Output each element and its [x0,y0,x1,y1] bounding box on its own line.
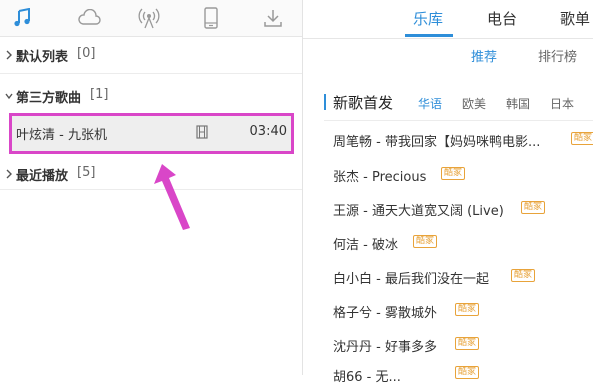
subtab-recommend[interactable]: 推荐 [471,46,497,65]
tab-radio[interactable]: 电台 [487,8,517,29]
group-count: [1] [90,87,109,102]
song-duration: 03:40 [249,124,287,139]
section-marker [324,94,326,110]
badge: 酷家 [521,201,546,214]
tab-library[interactable]: 乐库 [413,8,443,29]
tab-playlists[interactable]: 歌单 [560,8,590,29]
lang-tab-japanese[interactable]: 日本 [550,95,574,112]
group-third-party-songs[interactable]: 第三方歌曲 [1] [0,79,302,113]
badge: 酷家 [455,366,480,379]
cloud-icon[interactable] [76,6,102,30]
badge: 酷家 [455,303,480,316]
group-title: 第三方歌曲 [16,91,82,106]
badge: 酷家 [413,235,438,248]
music-note-icon[interactable] [10,6,34,30]
badge: 酷家 [571,132,593,145]
track-item[interactable]: 何洁 - 破冰 [333,234,398,253]
divider [0,73,302,74]
nav-icon-bar [0,0,302,37]
badge: 酷家 [455,337,480,350]
badge: 酷家 [511,269,536,282]
lang-tab-western[interactable]: 欧美 [462,95,486,112]
active-tab-indicator [405,34,453,37]
chevron-right-icon [6,169,12,179]
track-item[interactable]: 王源 - 通天大道宽又阔 (Live) [333,200,504,219]
lang-tab-korean[interactable]: 韩国 [506,95,530,112]
chevron-right-icon [6,50,12,60]
subtab-charts[interactable]: 排行榜 [538,46,577,65]
track-item[interactable]: 张杰 - Precious [333,166,426,185]
track-item[interactable]: 胡66 - 无... [333,366,401,385]
divider [324,120,593,121]
main-tabs: 乐库 电台 歌单 [303,0,593,39]
annotation-arrow-icon [154,164,190,230]
mobile-device-icon[interactable] [199,6,223,30]
playlist-panel: 默认列表 [0] 第三方歌曲 [1] 叶炫清 - 九张机 03:40 最近播放 … [0,0,303,375]
group-title: 默认列表 [16,50,69,65]
group-count: [0] [77,46,96,61]
lang-tab-chinese[interactable]: 华语 [418,95,442,112]
badge: 酷家 [441,167,466,180]
track-item[interactable]: 白小白 - 最后我们没在一起 [333,268,489,287]
chevron-down-icon [5,93,13,100]
group-default-list[interactable]: 默认列表 [0] [0,38,302,72]
song-name: 叶炫清 - 九张机 [16,128,107,143]
track-item[interactable]: 周笔畅 - 带我回家【妈妈咪鸭电影... [333,131,540,150]
download-icon[interactable] [261,6,285,30]
group-count: [5] [77,165,96,180]
track-item[interactable]: 格子兮 - 雾散城外 [333,302,437,321]
group-title: 最近播放 [16,169,69,184]
section-title: 新歌首发 [333,94,394,112]
radio-broadcast-icon[interactable] [137,6,161,30]
mv-film-icon[interactable] [195,125,209,139]
song-row[interactable]: 叶炫清 - 九张机 03:40 [9,113,293,153]
track-item[interactable]: 沈丹丹 - 好事多多 [333,336,437,355]
